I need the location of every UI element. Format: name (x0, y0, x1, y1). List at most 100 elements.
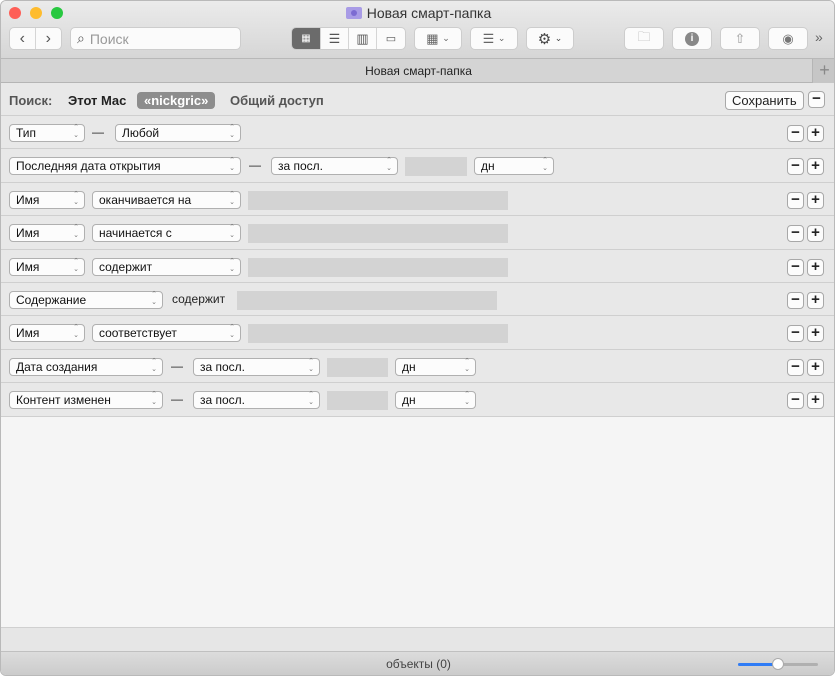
rule-row: Тип — Любой −+ (1, 116, 834, 150)
add-rule-button[interactable]: + (807, 191, 824, 209)
back-button[interactable]: ‹ (10, 28, 36, 49)
remove-rule-button[interactable]: − (787, 158, 804, 176)
title-bar: Новая смарт-папка ‹ › ⌕ Поиск ▦ ☰ ▥ ▭ ▦ … (1, 1, 834, 59)
value-field[interactable] (405, 157, 467, 177)
criteria-popup[interactable]: соответствует (92, 324, 241, 343)
status-bar: объекты (0) (1, 652, 834, 675)
value-field[interactable] (248, 324, 508, 344)
rule-row: Дата создания — за посл. дн −+ (1, 349, 834, 384)
path-bar (1, 627, 834, 652)
add-rule-button[interactable]: + (807, 291, 824, 309)
add-rule-button[interactable]: + (807, 258, 824, 276)
sort-lines-icon: ☰ (482, 30, 495, 46)
info-button[interactable]: i (672, 27, 712, 50)
icon-size-slider[interactable] (738, 658, 818, 670)
smart-folder-icon (345, 7, 362, 19)
criteria-popup[interactable]: дн (474, 157, 554, 176)
sort-button[interactable]: ☰ ⌄ (470, 27, 518, 50)
criteria-popup[interactable]: Имя (9, 257, 85, 276)
remove-rule-button[interactable]: − (787, 325, 804, 343)
search-icon: ⌕ (77, 30, 85, 46)
scope-shared[interactable]: Общий доступ (230, 93, 324, 108)
window-title: Новая смарт-папка (1, 5, 834, 21)
criteria-popup[interactable]: оканчивается на (92, 190, 241, 209)
criteria-popup[interactable]: начинается с (92, 224, 241, 243)
search-field[interactable]: ⌕ Поиск (70, 27, 241, 50)
criteria-popup[interactable]: дн (395, 391, 476, 410)
quick-look-button[interactable]: ◉ (768, 27, 808, 50)
add-rule-button[interactable]: + (807, 325, 824, 343)
value-field[interactable] (237, 290, 497, 310)
rule-row: Содержание содержит −+ (1, 282, 834, 317)
criteria-popup[interactable]: Последняя дата открытия (9, 157, 241, 176)
criteria-popup[interactable]: Любой (115, 124, 241, 142)
share-button[interactable]: ⇧ (720, 27, 760, 50)
new-folder-icon: 🗀 (637, 28, 651, 44)
new-folder-button[interactable]: 🗀 (624, 27, 664, 50)
criteria-popup[interactable]: Имя (9, 324, 85, 343)
value-field[interactable] (248, 224, 508, 244)
search-placeholder: Поиск (89, 30, 129, 47)
add-rule-button[interactable]: + (807, 125, 824, 142)
gear-icon: ⚙ (537, 30, 552, 48)
criteria-label: содержит (172, 291, 226, 306)
slider-thumb[interactable] (772, 658, 784, 670)
forward-button[interactable]: › (36, 28, 61, 49)
add-rule-button[interactable]: + (807, 158, 824, 176)
rule-row: Имя оканчивается на −+ (1, 182, 834, 217)
scope-user-folder[interactable]: «nickgric» (137, 92, 216, 109)
remove-rule-button[interactable]: − (787, 258, 804, 276)
criteria-popup[interactable]: Тип (9, 124, 85, 142)
criteria-popup[interactable]: за посл. (193, 357, 320, 376)
item-count: объекты (0) (386, 657, 451, 671)
add-rule-button[interactable]: + (807, 225, 824, 243)
list-view-icon[interactable]: ☰ (321, 28, 349, 49)
rule-row: Имя содержит −+ (1, 249, 834, 283)
value-field[interactable] (248, 190, 508, 210)
criteria-popup[interactable]: за посл. (193, 391, 320, 410)
remove-rule-button[interactable]: − (787, 225, 804, 243)
add-rule-button[interactable]: + (807, 358, 824, 376)
value-field[interactable] (248, 257, 508, 277)
dash-separator: — (171, 358, 183, 373)
add-rule-button[interactable]: + (807, 392, 824, 410)
remove-rule-button[interactable]: − (787, 125, 804, 142)
toolbar-overflow-button[interactable]: » (815, 29, 823, 45)
chevron-down-icon: ⌄ (497, 33, 506, 43)
gallery-view-icon[interactable]: ▭ (377, 28, 405, 49)
criteria-popup[interactable]: Содержание (9, 290, 163, 309)
dash-separator: — (249, 158, 261, 173)
remove-rule-button[interactable]: − (787, 358, 804, 376)
remove-rule-button[interactable]: − (787, 392, 804, 410)
column-view-icon[interactable]: ▥ (349, 28, 377, 49)
rule-row: Последняя дата открытия — за посл. дн −+ (1, 149, 834, 183)
rule-row: Имя начинается с −+ (1, 216, 834, 250)
remove-rule-button[interactable]: − (787, 191, 804, 209)
criteria-popup[interactable]: дн (395, 357, 476, 376)
dash-separator: — (171, 392, 183, 407)
scope-label: Поиск: (9, 93, 53, 108)
chevron-down-icon: ⌄ (442, 33, 450, 43)
tab-smart-folder[interactable]: Новая смарт-папка (365, 64, 472, 78)
new-tab-button[interactable]: + (812, 59, 834, 83)
value-field[interactable] (327, 357, 388, 377)
remove-rule-button[interactable]: − (787, 291, 804, 309)
save-button[interactable]: Сохранить (725, 91, 804, 110)
criteria-popup[interactable]: Имя (9, 190, 85, 209)
action-button[interactable]: ⚙ ⌄ (526, 27, 574, 50)
criteria-popup[interactable]: содержит (92, 257, 241, 276)
criteria-popup[interactable]: Контент изменен (9, 391, 163, 410)
remove-search-button[interactable]: − (808, 91, 825, 108)
icon-view-icon[interactable]: ▦ (292, 28, 321, 49)
window-title-text: Новая смарт-папка (366, 5, 492, 21)
group-button[interactable]: ▦ ⌄ (414, 27, 462, 50)
grid-icon: ▦ (426, 30, 439, 46)
results-area (1, 417, 834, 627)
criteria-popup[interactable]: Дата создания (9, 357, 163, 376)
criteria-popup[interactable]: Имя (9, 224, 85, 243)
rule-row: Имя соответствует −+ (1, 316, 834, 350)
value-field[interactable] (327, 391, 388, 411)
criteria-popup[interactable]: за посл. (271, 157, 398, 176)
finder-window: Новая смарт-папка ‹ › ⌕ Поиск ▦ ☰ ▥ ▭ ▦ … (0, 0, 835, 676)
scope-this-mac[interactable]: Этот Mac (68, 93, 126, 108)
